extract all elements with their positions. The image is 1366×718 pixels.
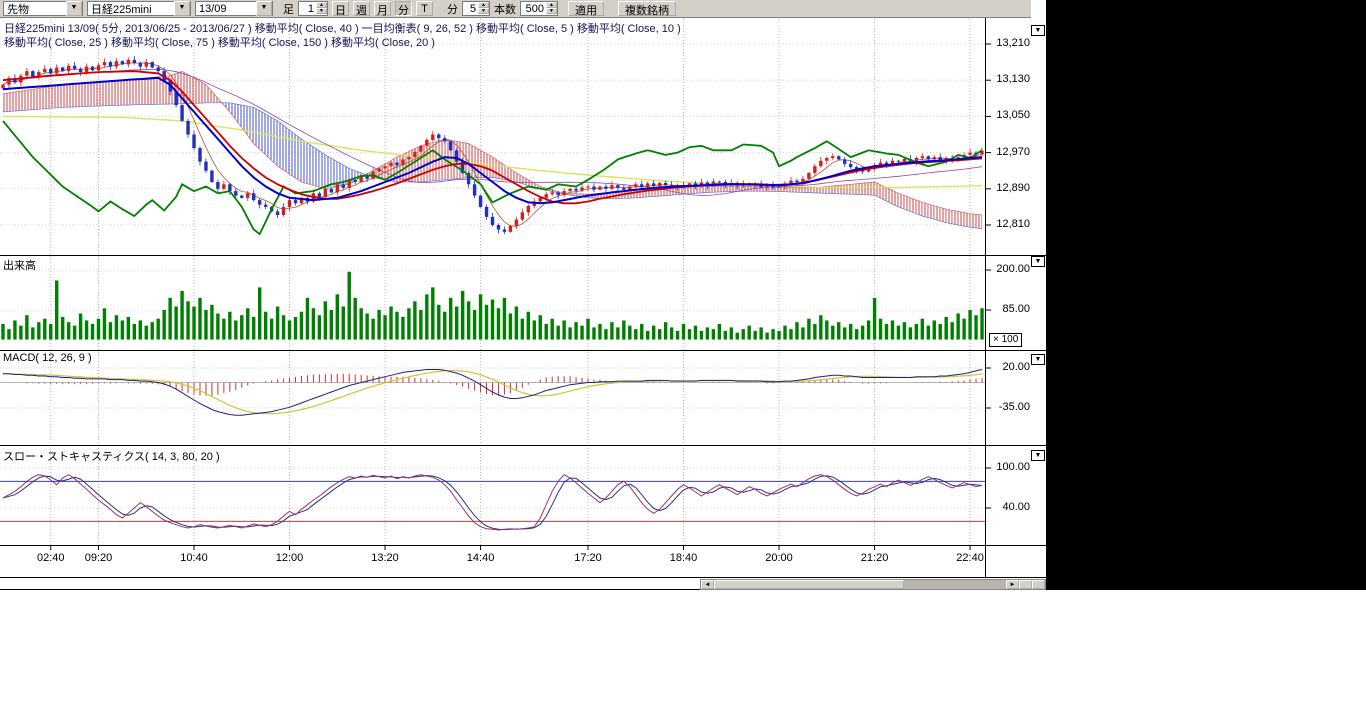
triangle-down-icon: ▼ <box>1032 355 1044 364</box>
bar-interval-value: 1 <box>299 3 316 15</box>
period-day-button[interactable]: 日 <box>332 1 349 16</box>
chevron-down-icon[interactable]: ▼ <box>174 1 190 16</box>
volume-layer <box>1 272 983 340</box>
spin-down-icon[interactable]: ▼ <box>316 8 327 14</box>
minute-spinner[interactable]: 5 ▲▼ <box>462 1 490 16</box>
period-minute-button[interactable]: 分 <box>395 1 412 16</box>
multi-symbol-button[interactable]: 複数銘柄 <box>618 1 676 16</box>
toolbar: 先物 ▼ 日経225mini ▼ 13/09 ▼ 足 1 ▲▼ 日 週 月 分 … <box>0 0 1031 18</box>
macd-panel-menu-button[interactable]: ▼ <box>1031 354 1045 365</box>
symbol-select-value: 日経225mini <box>88 1 174 17</box>
scroll-left-icon: ◄ <box>705 582 711 588</box>
chart-legend-line2: 移動平均( Close, 25 ) 移動平均( Close, 75 ) 移動平均… <box>4 34 435 50</box>
bar-type-label: 足 <box>283 1 294 17</box>
stochastics-layer <box>0 475 985 530</box>
scrollbar-aux-button-2[interactable] <box>1032 580 1045 589</box>
apply-button[interactable]: 適用 <box>568 1 604 16</box>
scrollbar-aux-button-1[interactable] <box>1019 580 1032 589</box>
period-tick-button[interactable]: T <box>416 1 433 16</box>
triangle-down-icon: ▼ <box>1032 257 1044 266</box>
scroll-right-button[interactable]: ► <box>1006 580 1019 589</box>
triangle-down-icon: ▼ <box>1032 451 1044 460</box>
volume-unit-label: × 100 <box>989 333 1022 347</box>
macd-panel-label: MACD( 12, 26, 9 ) <box>3 352 92 364</box>
instrument-select[interactable]: 先物 ▼ <box>3 1 83 16</box>
contract-month-select[interactable]: 13/09 ▼ <box>195 1 273 16</box>
triangle-down-icon: ▼ <box>1032 26 1044 35</box>
spin-down-icon[interactable]: ▼ <box>478 8 489 14</box>
period-week-button[interactable]: 週 <box>353 1 370 16</box>
bar-interval-spinner[interactable]: 1 ▲▼ <box>298 1 328 16</box>
bar-count-spinner[interactable]: 500 ▲▼ <box>520 1 558 16</box>
minute-value: 5 <box>463 3 478 15</box>
scrollbar-thumb[interactable] <box>714 580 904 589</box>
chart-area: 13,21013,13013,05012,97012,89012,810200.… <box>0 0 1046 590</box>
scroll-left-button[interactable]: ◄ <box>701 580 714 589</box>
instrument-select-value: 先物 <box>4 1 66 17</box>
scroll-right-icon: ► <box>1010 582 1016 588</box>
chart-canvas <box>0 0 1046 590</box>
chevron-down-icon[interactable]: ▼ <box>256 1 272 16</box>
period-month-button[interactable]: 月 <box>374 1 391 16</box>
chevron-down-icon[interactable]: ▼ <box>66 1 82 16</box>
horizontal-scrollbar[interactable]: ◄ ► <box>700 579 1046 590</box>
bar-count-label: 本数 <box>494 1 516 17</box>
volume-panel-menu-button[interactable]: ▼ <box>1031 256 1045 267</box>
bar-count-value: 500 <box>521 3 546 15</box>
contract-month-value: 13/09 <box>196 3 256 15</box>
scrollbar-track[interactable] <box>904 580 1006 589</box>
minute-label: 分 <box>447 1 458 17</box>
stoch-panel-label: スロー・ストキャスティクス( 14, 3, 80, 20 ) <box>3 448 220 464</box>
volume-panel-label: 出来高 <box>3 257 36 273</box>
right-filler-panel <box>1046 0 1366 590</box>
spin-down-icon[interactable]: ▼ <box>546 8 557 14</box>
price-panel-menu-button[interactable]: ▼ <box>1031 25 1045 36</box>
stoch-panel-menu-button[interactable]: ▼ <box>1031 450 1045 461</box>
symbol-select[interactable]: 日経225mini ▼ <box>87 1 191 16</box>
